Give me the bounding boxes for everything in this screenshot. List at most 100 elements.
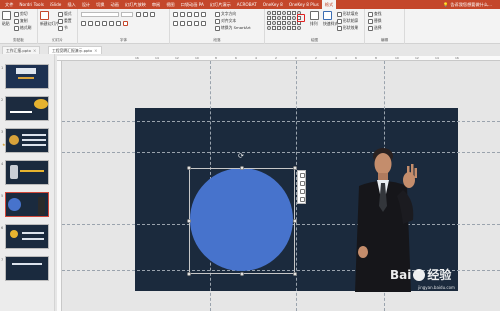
bold-icon[interactable] [81, 21, 86, 26]
slide-thumbnail-panel[interactable]: 1 2 3 ★ 4 5 6 7 [0, 54, 55, 311]
close-icon[interactable]: × [33, 48, 36, 53]
shape-gallery-item[interactable] [282, 26, 286, 30]
new-slide-button[interactable]: 新建幻灯片 [40, 11, 59, 27]
reset-button[interactable]: 重置 [58, 18, 72, 24]
shape-gallery-item[interactable] [272, 11, 276, 15]
resize-handle-bottom-right[interactable] [293, 272, 297, 276]
shrink-font-icon[interactable] [143, 12, 148, 17]
resize-handle-right[interactable] [293, 219, 297, 223]
menu-tab[interactable]: 动画 [108, 0, 122, 9]
menu-tab[interactable]: 审阅 [149, 0, 163, 9]
oval-shape-highlight[interactable] [297, 14, 305, 22]
arrange-button[interactable]: 排列 [310, 11, 319, 27]
shape-outline-button[interactable]: 形状轮廓 [337, 18, 358, 24]
align-left-icon[interactable] [173, 21, 178, 26]
menu-tab[interactable]: OneKey 8 Plus [286, 0, 322, 9]
shape-gallery-item[interactable] [292, 11, 296, 15]
menu-tab[interactable]: Nordri Tools [16, 0, 47, 9]
align-right-icon[interactable] [187, 21, 192, 26]
bullets-icon[interactable] [173, 12, 178, 17]
slide-thumbnail[interactable] [5, 64, 49, 89]
change-case-icon[interactable] [116, 21, 121, 26]
slide-thumbnail-current[interactable] [5, 192, 49, 217]
menu-tab[interactable]: 设计 [79, 0, 93, 9]
menu-tab[interactable]: 幻灯片放映 [122, 0, 149, 9]
shape-gallery-item[interactable] [267, 11, 271, 15]
columns-icon[interactable] [201, 21, 206, 26]
shape-gallery-item[interactable] [282, 21, 286, 25]
rotate-handle-icon[interactable]: ⟳ [238, 152, 244, 160]
character-spacing-icon[interactable] [109, 21, 114, 26]
paste-button[interactable]: 粘贴 [2, 11, 11, 27]
menu-tab[interactable]: 格式 [321, 0, 337, 9]
shape-gallery-item[interactable] [272, 21, 276, 25]
clear-format-icon[interactable] [150, 12, 155, 17]
align-center-icon[interactable] [180, 21, 185, 26]
menu-tab[interactable]: 切换 [93, 0, 107, 9]
shape-gallery-item[interactable] [277, 11, 281, 15]
shape-effects-button[interactable]: 形状效果 [337, 25, 358, 31]
menu-tab[interactable]: iSlide [47, 0, 64, 9]
quick-styles-button[interactable]: 快速样式 [323, 11, 338, 27]
format-painter-button[interactable]: 格式刷 [14, 25, 31, 31]
slide-thumbnail[interactable] [5, 224, 49, 249]
shape-gallery-item[interactable] [282, 11, 286, 15]
outline-icon[interactable] [300, 197, 305, 202]
style-icon[interactable] [300, 181, 305, 186]
align-text-button[interactable]: 对齐文本 [215, 18, 236, 24]
shape-gallery-item[interactable] [277, 26, 281, 30]
italic-icon[interactable] [88, 21, 93, 26]
shape-gallery-item[interactable] [272, 16, 276, 20]
text-direction-button[interactable]: 文字方向 [215, 11, 236, 17]
shape-gallery-item[interactable] [282, 16, 286, 20]
shape-gallery-item[interactable] [292, 21, 296, 25]
replace-button[interactable]: 替换 [368, 18, 382, 24]
font-name-select[interactable] [81, 12, 119, 17]
doc-tab-2[interactable]: 工程竞聘汇报演示.pptx × [48, 46, 102, 54]
resize-handle-bottom[interactable] [240, 272, 244, 276]
shape-gallery-item[interactable] [292, 16, 296, 20]
resize-handle-top[interactable] [240, 166, 244, 170]
select-button[interactable]: 选择 [368, 25, 382, 31]
underline-icon[interactable] [95, 21, 100, 26]
slide-thumbnail[interactable] [5, 160, 49, 185]
close-icon[interactable]: × [94, 48, 97, 53]
menu-tab[interactable]: 幻灯片演示 [207, 0, 234, 9]
smartart-button[interactable]: 转换为 SmartArt [215, 25, 251, 31]
shape-fill-button[interactable]: 形状填充 [337, 11, 358, 17]
section-button[interactable]: 节 [58, 25, 68, 31]
font-color-icon[interactable] [123, 21, 128, 26]
tell-me-search[interactable]: 💡 告诉我您想要做什么... [443, 2, 500, 8]
shape-gallery-item[interactable] [297, 26, 301, 30]
shape-gallery-item[interactable] [272, 26, 276, 30]
shape-gallery-item[interactable] [267, 21, 271, 25]
shape-gallery-item[interactable] [287, 16, 291, 20]
fill-icon[interactable] [300, 189, 305, 194]
copy-button[interactable]: 复制 [14, 18, 28, 24]
menu-tab[interactable]: 插入 [64, 0, 78, 9]
layout-button[interactable]: 版式 [58, 11, 72, 17]
menu-tab[interactable]: 文件 [2, 0, 16, 9]
cut-button[interactable]: 剪切 [14, 11, 28, 17]
layout-options-icon[interactable] [300, 173, 305, 178]
font-size-select[interactable] [121, 12, 133, 17]
strikethrough-icon[interactable] [102, 21, 107, 26]
shape-gallery-item[interactable] [267, 26, 271, 30]
doc-tab-1[interactable]: 工作汇报.pptx × [2, 46, 41, 54]
line-spacing-icon[interactable] [201, 12, 206, 17]
shape-gallery-item[interactable] [287, 11, 291, 15]
shape-gallery-item[interactable] [292, 26, 296, 30]
decrease-indent-icon[interactable] [187, 12, 192, 17]
slide-thumbnail[interactable] [5, 128, 49, 153]
resize-handle-bottom-left[interactable] [187, 272, 191, 276]
menu-tab[interactable]: OneKey 8 [260, 0, 286, 9]
grow-font-icon[interactable] [136, 12, 141, 17]
shape-gallery-item[interactable] [287, 21, 291, 25]
find-button[interactable]: 查找 [368, 11, 382, 17]
increase-indent-icon[interactable] [194, 12, 199, 17]
shape-gallery-item[interactable] [277, 16, 281, 20]
resize-handle-left[interactable] [187, 219, 191, 223]
slide-thumbnail[interactable] [5, 96, 49, 121]
resize-handle-top-left[interactable] [187, 166, 191, 170]
shape-gallery-item[interactable] [267, 16, 271, 20]
